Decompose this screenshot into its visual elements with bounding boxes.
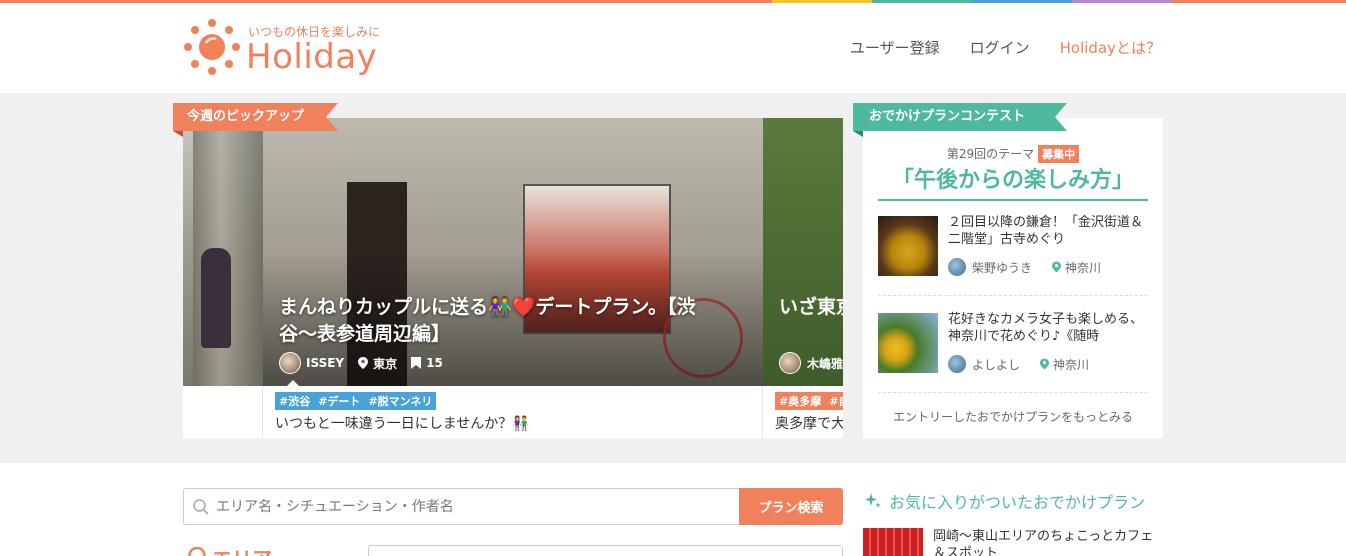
previous-slide-caption — [183, 386, 263, 438]
tag[interactable]: #奥多摩 — [775, 392, 826, 410]
location-pin-icon — [1040, 358, 1050, 370]
author-avatar[interactable] — [279, 352, 301, 374]
tag[interactable]: #渋谷 — [275, 392, 315, 410]
entry-thumbnail[interactable] — [878, 313, 938, 373]
location-text: 神奈川 — [1065, 260, 1102, 275]
favorites-heading: お気に入りがついたおでかけプラン — [863, 489, 1145, 513]
next-plan-title[interactable]: いざ東京サイクリングへ — [779, 294, 843, 321]
previous-slide[interactable] — [183, 118, 263, 386]
contest-theme-line: 第29回のテーマ 募集中 — [863, 145, 1163, 163]
location-pin-icon — [358, 357, 369, 369]
entry-meta: 柴野ゆうき 神奈川 — [948, 258, 1101, 276]
tag-list: #奥多摩 #自然 — [775, 392, 843, 410]
author-avatar[interactable] — [779, 352, 801, 374]
featured-plan-slide[interactable]: まんねりカップルに送る👫❤️デートプラン。【渋谷〜表参道周辺編】 ISSEY 東… — [263, 118, 763, 386]
search-input[interactable] — [216, 489, 736, 524]
entry-meta: よしよし 神奈川 — [948, 355, 1089, 373]
author-name[interactable]: 木嶋雅 — [807, 355, 843, 372]
next-plan-description: 奥多摩で大 — [775, 416, 843, 432]
pickup-ribbon: 今週のピックアップ — [173, 103, 339, 137]
plan-search-button[interactable]: プラン検索 — [739, 488, 843, 525]
entry-title[interactable]: ２回目以降の鎌倉！「金沢街道＆二階堂」古寺めぐり — [948, 214, 1153, 248]
sparkle-icon — [865, 493, 881, 508]
featured-plan-title[interactable]: まんねりカップルに送る👫❤️デートプラン。【渋谷〜表参道周辺編】 — [279, 294, 729, 348]
contest-panel: 第29回のテーマ 募集中 「午後からの楽しみ方」 ２回目以降の鎌倉！「金沢街道＆二… — [863, 118, 1163, 438]
site-logo[interactable]: いつもの休日を楽しみに Holiday — [182, 17, 382, 79]
area-heading: エリア — [188, 543, 272, 556]
header-nav: ユーザー登録 ログイン Holidayとは？ — [850, 37, 1161, 58]
author-name[interactable]: ISSEY — [306, 356, 344, 370]
author-name[interactable]: 柴野ゆうき — [972, 259, 1032, 276]
sun-logo-icon — [184, 19, 240, 75]
contest-entry[interactable]: 花好きなカメラ女子も楽しめる、神奈川で花めぐり♪《随時 よしよし 神奈川 — [878, 312, 1148, 393]
plan-search-bar: プラン検索 — [183, 488, 843, 525]
bookmark-count: 15 — [426, 356, 443, 370]
contest-theme-title[interactable]: 「午後からの楽しみ方」 — [878, 162, 1148, 201]
entry-title[interactable]: 花好きなカメラ女子も楽しめる、神奈川で花めぐり♪《随時 — [948, 311, 1153, 345]
favorite-plan-thumbnail[interactable] — [863, 528, 923, 556]
pin-outline-icon — [188, 546, 206, 556]
tag[interactable]: #デート — [314, 392, 365, 410]
featured-plan-caption: #渋谷 #デート #脱マンネリ いつもと一味違う一日にしませんか？👫 — [263, 380, 763, 438]
featured-plan-description: いつもと一味違う一日にしませんか？👫 — [275, 416, 530, 432]
nav-login-link[interactable]: ログイン — [970, 37, 1030, 58]
next-slide[interactable]: いざ東京サイクリングへ 木嶋雅 — [763, 118, 843, 386]
favorite-plan-item[interactable]: 岡崎〜東山エリアのちょこっとカフェ＆スポット — [863, 528, 1163, 556]
favorite-plan-title[interactable]: 岡崎〜東山エリアのちょこっとカフェ＆スポット — [933, 528, 1163, 556]
contest-theme-prefix: 第29回のテーマ — [946, 147, 1035, 161]
nav-register-link[interactable]: ユーザー登録 — [850, 37, 940, 58]
nav-about-link[interactable]: Holidayとは？ — [1060, 37, 1161, 58]
featured-plan-meta: ISSEY 東京 15 — [279, 352, 443, 374]
entry-thumbnail[interactable] — [878, 216, 938, 276]
author-name[interactable]: よしよし — [972, 356, 1020, 373]
site-header: いつもの休日を楽しみに Holiday ユーザー登録 ログイン Holidayと… — [0, 3, 1346, 93]
tag[interactable]: #自然 — [825, 392, 843, 410]
contest-ribbon: おでかけプランコンテスト — [853, 103, 1068, 137]
location-text: 東京 — [373, 356, 398, 371]
author-avatar[interactable] — [948, 355, 966, 373]
tag-list: #渋谷 #デート #脱マンネリ — [275, 392, 437, 410]
pickup-carousel[interactable]: まんねりカップルに送る👫❤️デートプラン。【渋谷〜表参道周辺編】 ISSEY 東… — [183, 118, 843, 438]
location-pin-icon — [1052, 261, 1062, 273]
next-plan-meta: 木嶋雅 — [779, 352, 843, 374]
brand-name: Holiday — [246, 37, 378, 77]
contest-entry[interactable]: ２回目以降の鎌倉！「金沢街道＆二階堂」古寺めぐり 柴野ゆうき 神奈川 — [878, 215, 1148, 296]
status-badge: 募集中 — [1038, 145, 1080, 163]
search-icon — [193, 499, 209, 515]
area-heading-text: エリア — [212, 543, 272, 556]
favorites-heading-text: お気に入りがついたおでかけプラン — [889, 493, 1146, 512]
next-plan-caption: #奥多摩 #自然 奥多摩で大 — [763, 386, 843, 438]
bookmark-icon — [411, 357, 422, 369]
contest-more-link[interactable]: エントリーしたおでかけプランをもっとみる — [863, 408, 1163, 425]
location-text: 神奈川 — [1053, 357, 1090, 372]
author-avatar[interactable] — [948, 258, 966, 276]
area-select-box[interactable] — [368, 545, 843, 556]
tag[interactable]: #脱マンネリ — [364, 392, 437, 410]
